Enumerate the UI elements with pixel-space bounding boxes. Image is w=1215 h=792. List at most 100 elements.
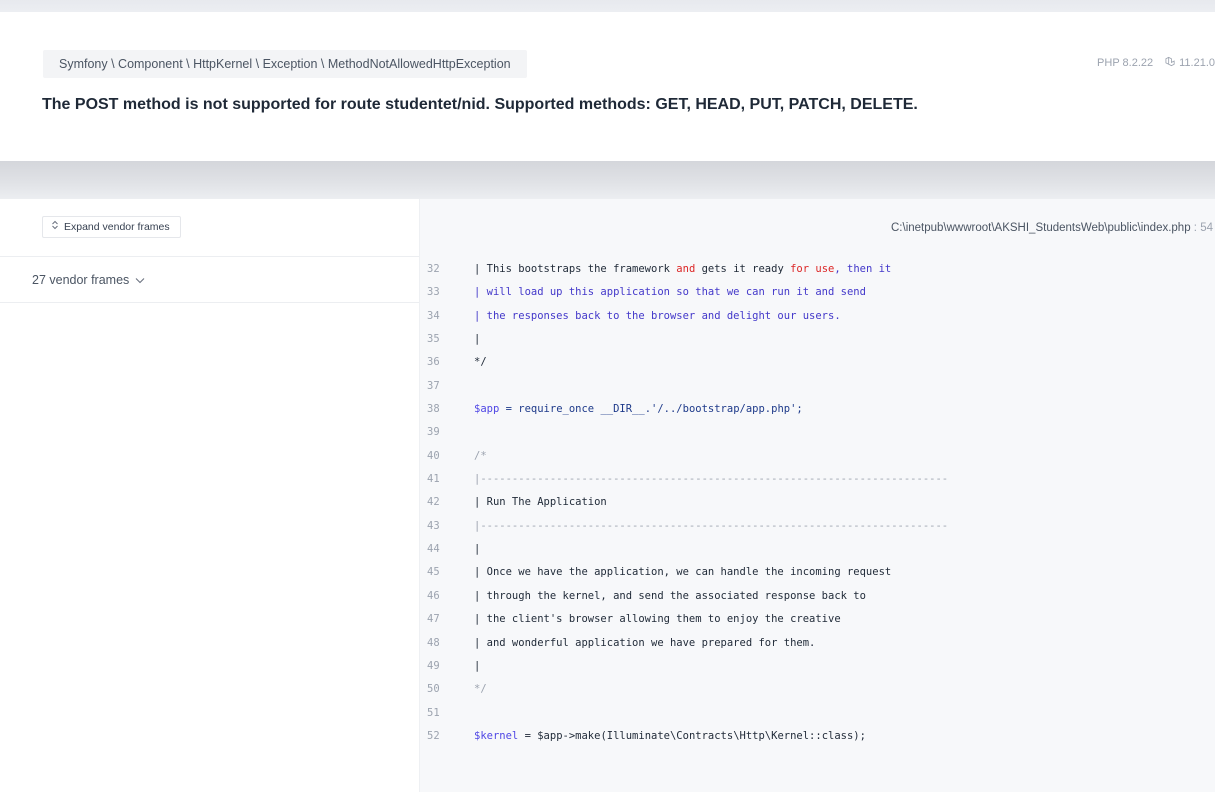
line-number: 36 (427, 356, 440, 369)
code-lines: 32 | This bootstraps the framework and ge… (420, 258, 1215, 748)
code-line: 51 (420, 702, 1215, 725)
sidebar-divider (0, 256, 419, 257)
code-line: 41 |-------------------------------------… (420, 468, 1215, 491)
vendor-row-divider (0, 302, 419, 303)
code-text: | the client's browser allowing them to … (474, 608, 841, 631)
code-line: 45 | Once we have the application, we can… (420, 561, 1215, 584)
code-line: 43 |-------------------------------------… (420, 515, 1215, 538)
line-number: 48 (427, 636, 440, 649)
code-line: 38 $app = require_once __DIR__.'/../boots… (420, 398, 1215, 421)
code-text: | (474, 538, 480, 561)
code-line: 39 (420, 421, 1215, 444)
line-number: 52 (427, 729, 440, 742)
code-line: 49 | (420, 655, 1215, 678)
code-line: 50 */ (420, 678, 1215, 701)
code-line: 52 $kernel = $app->make(Illuminate\Contra… (420, 725, 1215, 748)
code-token: |---------------------------------------… (474, 519, 949, 532)
code-token: | (474, 543, 481, 556)
code-token: | Once we have the application, we can h… (474, 566, 892, 579)
code-line: 48 | and wonderful application we have pr… (420, 632, 1215, 655)
vendor-frames-toggle[interactable]: 27 vendor frames (32, 273, 145, 287)
code-token: |---------------------------------------… (474, 473, 949, 486)
file-path-separator: : (1190, 222, 1201, 234)
code-token: for use (790, 263, 835, 275)
chevron-down-icon (135, 273, 145, 287)
expand-vendor-frames-label: Expand vendor frames (64, 221, 170, 233)
code-text: */ (474, 678, 487, 701)
line-number: 45 (427, 566, 440, 579)
line-number: 32 (427, 263, 440, 275)
code-line: 35 | (420, 328, 1215, 351)
code-line: 32 | This bootstraps the framework and ge… (420, 258, 1215, 281)
code-text: |---------------------------------------… (474, 468, 948, 491)
code-token: */ (474, 683, 487, 696)
line-number: 43 (427, 519, 440, 532)
code-line: 36 */ (420, 351, 1215, 374)
code-text: |---------------------------------------… (474, 515, 948, 538)
code-line: 34 | the responses back to the browser an… (420, 305, 1215, 328)
code-snippet-panel: C:\inetpub\wwwroot\AKSHI_StudentsWeb\pub… (420, 199, 1215, 792)
code-token: | (474, 659, 481, 672)
code-token: $app (474, 403, 500, 416)
code-text: | Run The Application (474, 491, 607, 514)
line-number: 46 (427, 589, 440, 602)
code-token: | and wonderful application we have prep… (474, 636, 816, 649)
code-token: | the responses back to the browser and … (474, 309, 841, 322)
code-text: $kernel = $app->make(Illuminate\Contract… (474, 725, 866, 748)
code-token: | (474, 333, 481, 346)
code-line: 37 (420, 375, 1215, 398)
php-version: PHP 8.2.22 (1097, 57, 1154, 69)
code-text: | (474, 655, 480, 678)
laravel-version: 11.21.0 (1179, 57, 1215, 69)
line-number: 34 (427, 309, 440, 322)
line-number: 33 (427, 286, 440, 299)
code-line: 42 | Run The Application (420, 491, 1215, 514)
code-text: $app = require_once __DIR__.'/../bootstr… (474, 398, 803, 421)
line-number: 51 (427, 706, 440, 719)
code-token: | the client's browser allowing them to … (474, 613, 841, 626)
laravel-icon (1165, 56, 1176, 70)
line-number: 49 (427, 659, 440, 672)
version-info: PHP 8.2.22 11.21.0 (1097, 56, 1215, 70)
expand-vendor-frames-button[interactable]: Expand vendor frames (42, 216, 181, 238)
code-text: */ (474, 351, 487, 374)
code-token: | Run The Application (474, 496, 607, 509)
line-number: 41 (427, 473, 440, 486)
code-line: 44 | (420, 538, 1215, 561)
code-token: , then it (834, 263, 892, 275)
code-text: | the responses back to the browser and … (474, 305, 841, 328)
code-text: | (474, 328, 480, 351)
line-number: 47 (427, 613, 440, 626)
code-token: /* (474, 449, 487, 462)
code-text: | will load up this application so that … (474, 281, 866, 304)
line-number: 39 (427, 426, 440, 439)
stack-header-band (0, 161, 1215, 199)
line-number: 50 (427, 683, 440, 696)
stack-frames-sidebar: Expand vendor frames 27 vendor frames (0, 199, 420, 792)
code-token: and (676, 263, 696, 275)
code-token: gets it ready (695, 263, 791, 275)
code-text: | through the kernel, and send the assoc… (474, 585, 866, 608)
file-line-number: 54 (1200, 222, 1213, 234)
line-number: 37 (427, 379, 440, 392)
exception-class-badge[interactable]: Symfony \ Component \ HttpKernel \ Excep… (43, 50, 527, 78)
laravel-version-group: 11.21.0 (1165, 56, 1215, 70)
code-token: $kernel (474, 729, 519, 742)
code-text: | This bootstraps the framework and gets… (474, 258, 891, 281)
code-text: | and wonderful application we have prep… (474, 632, 815, 655)
expand-icon (51, 216, 59, 238)
code-line: 40 /* (420, 445, 1215, 468)
code-line: 46 | through the kernel, and send the ass… (420, 585, 1215, 608)
line-number: 42 (427, 496, 440, 509)
code-token: = $app->make(Illuminate\Contracts\Http\K… (518, 729, 866, 742)
vendor-frames-label: 27 vendor frames (32, 273, 130, 287)
code-token: | This bootstraps the framework (474, 263, 677, 275)
code-token: | will load up this application so that … (474, 286, 866, 299)
line-number: 38 (427, 403, 440, 416)
code-line: 47 | the client's browser allowing them t… (420, 608, 1215, 631)
code-line: 33 | will load up this application so tha… (420, 281, 1215, 304)
line-number: 35 (427, 333, 440, 346)
file-path[interactable]: C:\inetpub\wwwroot\AKSHI_StudentsWeb\pub… (891, 222, 1213, 234)
line-number: 44 (427, 543, 440, 556)
line-number: 40 (427, 449, 440, 462)
